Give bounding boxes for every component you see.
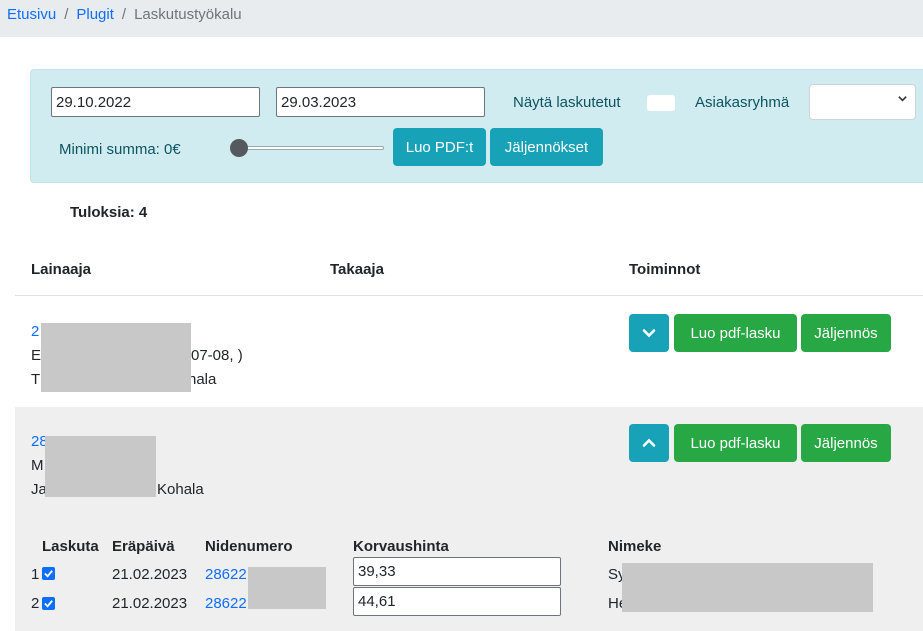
- breadcrumb-separator: /: [121, 6, 127, 23]
- breadcrumb: Etusivu / Plugit / Laskutustyökalu: [0, 0, 923, 37]
- header-invoice: Laskuta: [42, 538, 99, 555]
- redacted-area: [248, 567, 326, 609]
- item-index: 2: [31, 595, 40, 612]
- show-invoiced-toggle[interactable]: [647, 95, 675, 111]
- header-borrower: Lainaaja: [31, 261, 92, 278]
- chevron-down-icon: [642, 329, 656, 338]
- start-date-input[interactable]: [51, 87, 260, 117]
- copies-button[interactable]: Jäljennökset: [490, 128, 603, 166]
- header-actions: Toiminnot: [629, 261, 701, 278]
- customer-group-label: Asiakasryhmä: [695, 94, 790, 111]
- copy-button[interactable]: Jäljennös: [801, 424, 891, 462]
- check-icon: [44, 570, 53, 578]
- filter-panel: Näytä laskutetut Asiakasryhmä Minimi sum…: [30, 69, 923, 183]
- min-sum-label: Minimi summa: 0€: [59, 141, 181, 158]
- header-title: Nimeke: [608, 538, 662, 555]
- customer-group-select[interactable]: [809, 84, 916, 120]
- breadcrumb-plugit[interactable]: Plugit: [76, 6, 114, 23]
- collapse-row-button[interactable]: [629, 424, 669, 462]
- breadcrumb-current: Laskutustyökalu: [134, 6, 242, 23]
- invoice-checkbox[interactable]: [42, 597, 55, 610]
- price-input[interactable]: [353, 557, 561, 586]
- item-index: 1: [31, 566, 40, 583]
- copy-button[interactable]: Jäljennös: [801, 314, 891, 352]
- borrower-line: hala: [188, 371, 217, 388]
- breadcrumb-separator: /: [64, 6, 69, 23]
- header-divider: [15, 295, 923, 296]
- create-pdf-invoice-button[interactable]: Luo pdf-lasku: [674, 314, 797, 352]
- borrower-line: Kohala: [157, 481, 204, 498]
- check-icon: [44, 600, 53, 608]
- item-number-link[interactable]: 28622: [205, 595, 247, 612]
- price-input[interactable]: [353, 587, 561, 616]
- redacted-area: [45, 436, 156, 497]
- item-number-link[interactable]: 28622: [205, 566, 247, 583]
- due-date: 21.02.2023: [112, 595, 188, 612]
- expand-row-button[interactable]: [629, 314, 669, 352]
- min-sum-slider-track[interactable]: [238, 146, 384, 150]
- min-sum-slider-handle[interactable]: [230, 139, 248, 157]
- breadcrumb-etusivu[interactable]: Etusivu: [7, 6, 56, 23]
- header-guarantor: Takaaja: [330, 261, 384, 278]
- create-pdfs-button[interactable]: Luo PDF:t: [393, 128, 486, 166]
- results-count: Tuloksia: 4: [70, 204, 148, 221]
- header-item-number: Nidenumero: [205, 538, 293, 555]
- header-price: Korvaushinta: [353, 538, 449, 555]
- invoice-checkbox[interactable]: [42, 567, 55, 580]
- borrower-line: E: [31, 347, 42, 364]
- borrower-id-link[interactable]: 2: [31, 323, 39, 340]
- redacted-area: [41, 323, 191, 392]
- chevron-down-icon: [898, 96, 907, 102]
- chevron-up-icon: [642, 438, 656, 447]
- show-invoiced-label: Näytä laskutetut: [513, 94, 621, 111]
- due-date: 21.02.2023: [112, 566, 188, 583]
- header-due-date: Eräpäivä: [112, 538, 175, 555]
- redacted-area: [622, 563, 873, 612]
- create-pdf-invoice-button[interactable]: Luo pdf-lasku: [674, 424, 797, 462]
- borrower-line: M: [31, 457, 44, 474]
- end-date-input[interactable]: [276, 87, 485, 117]
- borrower-line: 07-08, ): [191, 347, 243, 364]
- borrower-line: T: [31, 371, 41, 388]
